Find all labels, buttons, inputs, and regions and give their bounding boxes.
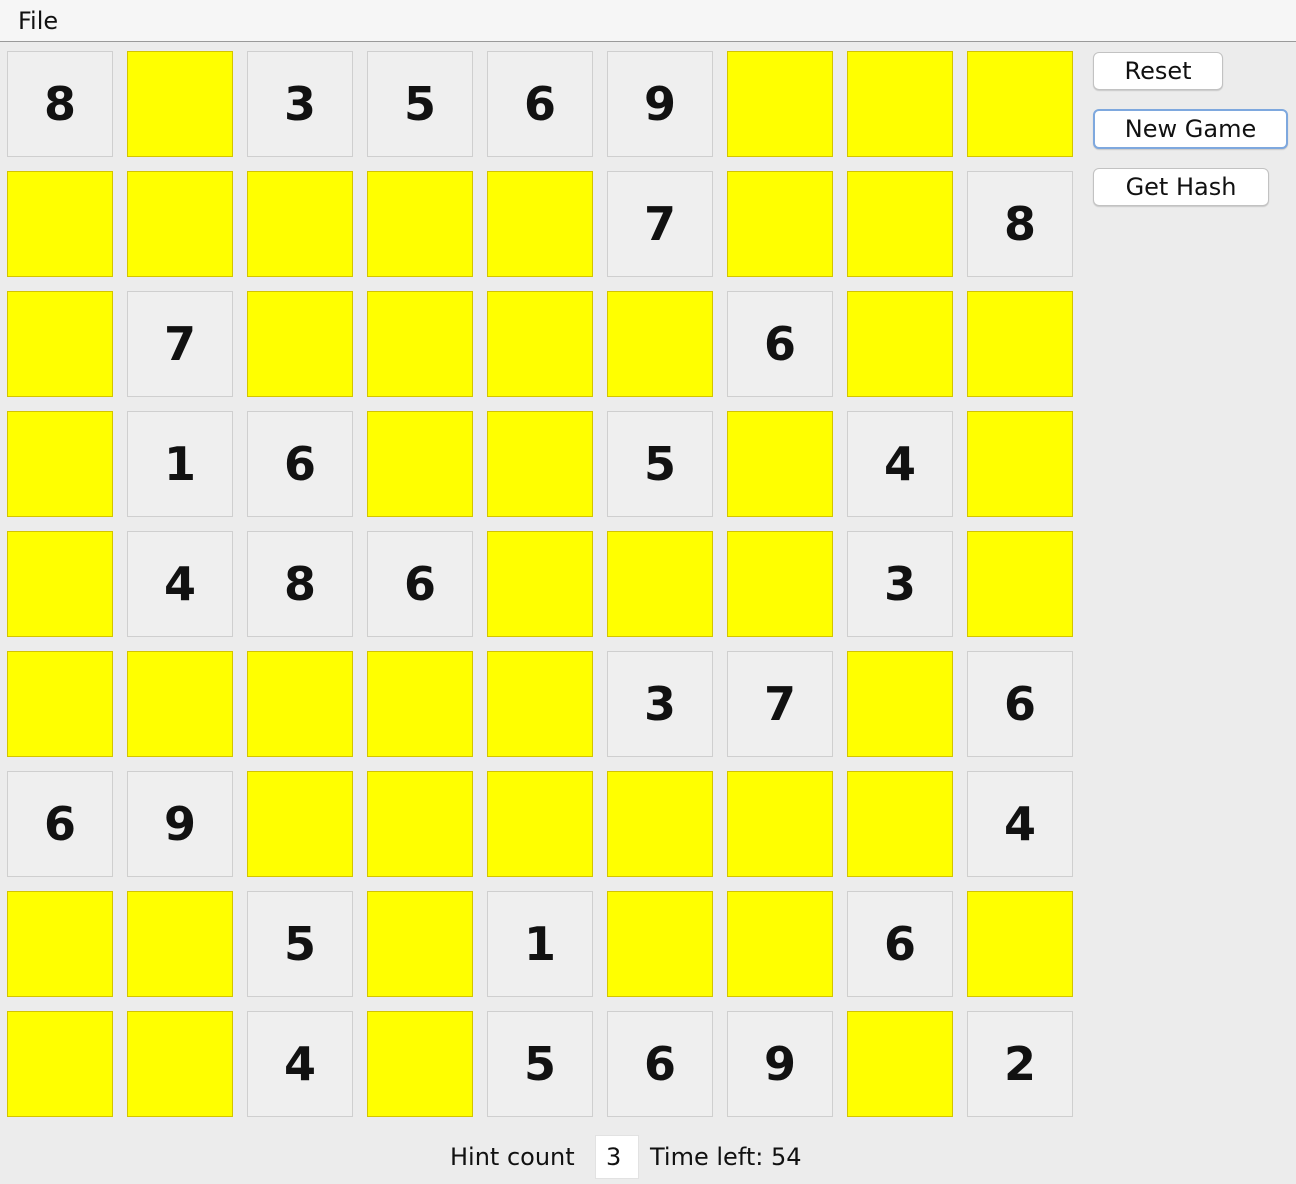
- given-cell[interactable]: 5: [247, 891, 353, 997]
- reset-button[interactable]: Reset: [1093, 52, 1223, 90]
- given-cell[interactable]: 7: [607, 171, 713, 277]
- given-cell[interactable]: 8: [247, 531, 353, 637]
- given-cell[interactable]: 3: [607, 651, 713, 757]
- empty-cell[interactable]: [487, 411, 593, 517]
- empty-cell[interactable]: [367, 891, 473, 997]
- empty-cell[interactable]: [847, 51, 953, 157]
- empty-cell[interactable]: [367, 651, 473, 757]
- empty-cell[interactable]: [727, 771, 833, 877]
- empty-cell[interactable]: [487, 531, 593, 637]
- given-cell[interactable]: 9: [607, 51, 713, 157]
- empty-cell[interactable]: [367, 771, 473, 877]
- empty-cell[interactable]: [847, 651, 953, 757]
- empty-cell[interactable]: [7, 531, 113, 637]
- empty-cell[interactable]: [607, 291, 713, 397]
- given-cell[interactable]: 6: [7, 771, 113, 877]
- empty-cell[interactable]: [727, 531, 833, 637]
- empty-cell[interactable]: [487, 171, 593, 277]
- given-cell[interactable]: 5: [367, 51, 473, 157]
- empty-cell[interactable]: [727, 411, 833, 517]
- empty-cell[interactable]: [847, 171, 953, 277]
- empty-cell[interactable]: [247, 771, 353, 877]
- empty-cell[interactable]: [367, 291, 473, 397]
- given-cell[interactable]: 7: [727, 651, 833, 757]
- empty-cell[interactable]: [607, 891, 713, 997]
- given-cell[interactable]: 8: [7, 51, 113, 157]
- hint-count-label: Hint count: [450, 1143, 575, 1171]
- empty-cell[interactable]: [847, 291, 953, 397]
- given-cell[interactable]: 1: [127, 411, 233, 517]
- empty-cell[interactable]: [7, 171, 113, 277]
- given-cell[interactable]: 1: [487, 891, 593, 997]
- given-cell[interactable]: 6: [967, 651, 1073, 757]
- hint-count-field[interactable]: 3: [595, 1135, 639, 1179]
- given-cell[interactable]: 6: [487, 51, 593, 157]
- empty-cell[interactable]: [487, 771, 593, 877]
- empty-cell[interactable]: [607, 531, 713, 637]
- empty-cell[interactable]: [367, 1011, 473, 1117]
- given-cell[interactable]: 9: [127, 771, 233, 877]
- given-cell[interactable]: 4: [967, 771, 1073, 877]
- empty-cell[interactable]: [967, 51, 1073, 157]
- given-cell[interactable]: 5: [487, 1011, 593, 1117]
- empty-cell[interactable]: [127, 651, 233, 757]
- given-cell[interactable]: 7: [127, 291, 233, 397]
- empty-cell[interactable]: [967, 291, 1073, 397]
- empty-cell[interactable]: [127, 51, 233, 157]
- empty-cell[interactable]: [847, 1011, 953, 1117]
- empty-cell[interactable]: [7, 651, 113, 757]
- empty-cell[interactable]: [967, 891, 1073, 997]
- given-cell[interactable]: 6: [367, 531, 473, 637]
- empty-cell[interactable]: [847, 771, 953, 877]
- empty-cell[interactable]: [727, 171, 833, 277]
- empty-cell[interactable]: [127, 1011, 233, 1117]
- given-cell[interactable]: 4: [247, 1011, 353, 1117]
- empty-cell[interactable]: [487, 291, 593, 397]
- given-cell[interactable]: 4: [847, 411, 953, 517]
- empty-cell[interactable]: [607, 771, 713, 877]
- time-left-label: Time left: 54: [650, 1143, 802, 1171]
- empty-cell[interactable]: [367, 171, 473, 277]
- empty-cell[interactable]: [7, 891, 113, 997]
- given-cell[interactable]: 6: [607, 1011, 713, 1117]
- empty-cell[interactable]: [127, 891, 233, 997]
- new-game-button[interactable]: New Game: [1093, 109, 1288, 149]
- given-cell[interactable]: 3: [247, 51, 353, 157]
- given-cell[interactable]: 6: [727, 291, 833, 397]
- given-cell[interactable]: 4: [127, 531, 233, 637]
- empty-cell[interactable]: [7, 291, 113, 397]
- menu-bar: File: [0, 0, 1296, 42]
- empty-cell[interactable]: [247, 171, 353, 277]
- given-cell[interactable]: 6: [247, 411, 353, 517]
- empty-cell[interactable]: [727, 891, 833, 997]
- given-cell[interactable]: 5: [607, 411, 713, 517]
- given-cell[interactable]: 6: [847, 891, 953, 997]
- empty-cell[interactable]: [367, 411, 473, 517]
- empty-cell[interactable]: [7, 411, 113, 517]
- empty-cell[interactable]: [127, 171, 233, 277]
- get-hash-button[interactable]: Get Hash: [1093, 168, 1269, 206]
- given-cell[interactable]: 3: [847, 531, 953, 637]
- given-cell[interactable]: 9: [727, 1011, 833, 1117]
- empty-cell[interactable]: [247, 291, 353, 397]
- empty-cell[interactable]: [967, 411, 1073, 517]
- menu-file[interactable]: File: [18, 6, 58, 36]
- status-bar: Hint count 3 Time left: 54: [0, 1132, 1296, 1184]
- empty-cell[interactable]: [7, 1011, 113, 1117]
- given-cell[interactable]: 2: [967, 1011, 1073, 1117]
- given-cell[interactable]: 8: [967, 171, 1073, 277]
- empty-cell[interactable]: [727, 51, 833, 157]
- empty-cell[interactable]: [247, 651, 353, 757]
- empty-cell[interactable]: [487, 651, 593, 757]
- empty-cell[interactable]: [967, 531, 1073, 637]
